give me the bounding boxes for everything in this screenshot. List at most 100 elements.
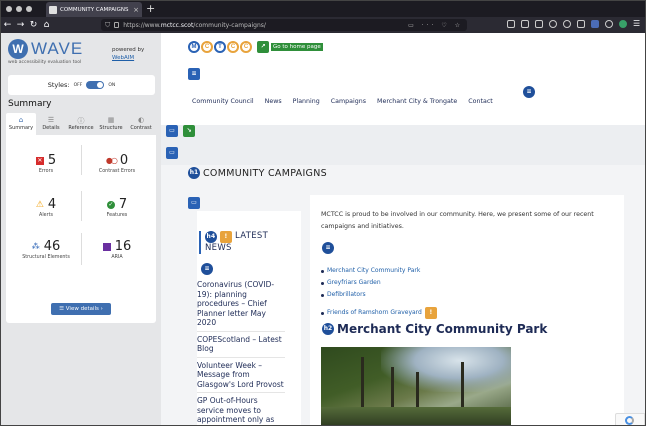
library-icon[interactable] [507, 19, 515, 28]
reload-button[interactable]: ↻ [27, 17, 40, 33]
tab-summary[interactable]: ⌂ Summary [6, 113, 36, 135]
tab-reference[interactable]: ⓘ Reference [66, 113, 96, 135]
minimize-window-button[interactable] [16, 6, 22, 12]
forward-button[interactable]: → [14, 17, 27, 33]
lock-icon[interactable] [114, 22, 120, 28]
contrast-icon: ◐ [137, 116, 145, 124]
stat-contrast-errors[interactable]: ●○ 0 Contrast Errors [82, 153, 152, 174]
campaign-links: Merchant City Community Park Greyfriars … [321, 265, 437, 319]
view-details-button[interactable]: ☰ View details › [51, 303, 111, 315]
contrast-label: Contrast Errors [98, 169, 136, 174]
nav-news[interactable]: News [265, 98, 282, 105]
section-heading: h2 Merchant City Community Park [322, 322, 547, 336]
info-icon[interactable] [563, 19, 571, 28]
tab-contrast-label: Contrast [130, 125, 152, 131]
tab-structure[interactable]: ▦ Structure [96, 113, 126, 135]
tab-reference-label: Reference [68, 125, 94, 131]
news-item[interactable]: GP Out-of-Hours service moves to appoint… [197, 393, 285, 425]
tab-details[interactable]: ☰ Details [36, 113, 66, 135]
home-link-text: Go to home page [271, 43, 323, 51]
check-extension-icon[interactable] [619, 19, 627, 28]
sidebar-icon[interactable] [521, 19, 529, 28]
stat-features[interactable]: ✓ 7 Features [82, 197, 152, 218]
browser-toolbar: ☰ [507, 19, 640, 28]
stat-alerts[interactable]: ⚠ 4 Alerts [11, 197, 81, 218]
section-heading-text: Merchant City Community Park [337, 322, 548, 336]
nav-campaigns[interactable]: Campaigns [331, 98, 366, 105]
campaign-link-label: Merchant City Community Park [327, 267, 421, 274]
alert-icon: ! [220, 231, 233, 243]
webaim-link[interactable]: WebAIM [112, 55, 134, 61]
stat-structural[interactable]: ⁂ 46 Structural Elements [11, 239, 81, 260]
nav-contact[interactable]: Contact [468, 98, 493, 105]
shield-icon[interactable]: ⛉ [105, 21, 110, 30]
bullet [321, 281, 324, 285]
stat-aria[interactable]: 16 ARIA [82, 239, 152, 260]
campaign-link[interactable]: Defibrillators [321, 289, 437, 301]
nav-planning[interactable]: Planning [293, 98, 320, 105]
wave-sidebar: W WAVE web accessibility evaluation tool… [1, 33, 161, 425]
news-item[interactable]: Volunteer Week – Message from Glasgow's … [197, 358, 285, 393]
recaptcha-badge[interactable] [615, 413, 645, 425]
stat-errors[interactable]: ✕ 5 Errors [11, 153, 81, 174]
browser-tab[interactable]: COMMUNITY CAMPAIGNS – M × [46, 2, 142, 17]
account-icon[interactable] [549, 19, 557, 28]
tab-close-icon[interactable]: × [133, 6, 139, 14]
extension-icon[interactable] [577, 19, 585, 28]
link-feature-icon: ↗ [257, 41, 269, 53]
menu-icon[interactable]: ☰ [633, 19, 640, 28]
h2-icon: h2 [322, 323, 334, 335]
logo-letter: M [188, 41, 200, 53]
header-band: ▭ ↘ ▭ [161, 125, 645, 165]
styles-toggle[interactable] [86, 81, 105, 89]
news-item[interactable]: COPEScotland – Latest Blog [197, 332, 285, 358]
tab-summary-label: Summary [8, 125, 34, 131]
bullet [321, 293, 324, 297]
close-window-button[interactable] [6, 6, 12, 12]
campaign-link-label: Friends of Ramshorn Graveyard [327, 309, 422, 316]
structural-count: 46 [43, 239, 61, 254]
h1-icon: h1 [188, 167, 200, 179]
news-heading-block: h4 ! LATEST NEWS [199, 231, 295, 254]
url-tools-icons[interactable]: ▭ ··· ♡ ☆ [408, 22, 463, 29]
home-icon: ⌂ [18, 116, 24, 124]
tab-structure-label: Structure [99, 125, 123, 131]
latest-news-box: h4 ! LATEST NEWS ≡ Coronavirus (COVID-19… [197, 211, 301, 425]
powered-by: powered by WebAIM [112, 46, 144, 62]
info-icon: ⓘ [77, 117, 85, 125]
home-button[interactable]: ⌂ [40, 17, 53, 33]
site-header: M C T C C ↗ Go to home page ≡ Community … [161, 33, 645, 125]
url-prefix: https://www. [123, 21, 161, 29]
tab-contrast[interactable]: ◐ Contrast [126, 113, 156, 135]
adblock-icon[interactable] [605, 19, 613, 28]
structure-icon: ⁂ [31, 242, 40, 251]
photo-ground [321, 407, 511, 425]
home-page-link[interactable]: ↗ Go to home page [257, 41, 323, 53]
site-logo[interactable]: M C T C C [188, 41, 252, 53]
campaign-link[interactable]: Greyfriars Garden [321, 277, 437, 289]
campaign-link[interactable]: Merchant City Community Park [321, 265, 437, 277]
campaign-link[interactable]: Friends of Ramshorn Graveyard! [321, 307, 437, 319]
feature-icon: ↘ [183, 125, 195, 137]
recaptcha-icon [625, 416, 634, 425]
address-bar[interactable]: ⛉ https://www.mctcc.scot/community-campa… [101, 19, 467, 31]
wave-logo[interactable]: W WAVE [8, 39, 83, 59]
park-photo [321, 347, 511, 425]
logo-letter: T [214, 41, 226, 53]
campaign-link-label: Greyfriars Garden [327, 279, 381, 286]
bullet [321, 269, 324, 273]
h4-icon: h4 [205, 231, 217, 243]
back-button[interactable]: ← [1, 17, 14, 33]
contrast-count: 0 [119, 153, 129, 168]
maximize-window-button[interactable] [26, 6, 32, 12]
url-text[interactable]: https://www.mctcc.scot/community-campaig… [123, 22, 404, 29]
news-item[interactable]: Coronavirus (COVID-19): planning procedu… [197, 277, 285, 332]
tab-details-label: Details [42, 125, 60, 131]
new-tab-button[interactable]: + [146, 2, 155, 16]
nav-community-council[interactable]: Community Council [192, 98, 254, 105]
reader-icon[interactable] [535, 19, 543, 28]
nav-merchant-city[interactable]: Merchant City & Trongate [377, 98, 457, 105]
features-label: Features [106, 213, 128, 218]
errors-count: 5 [47, 153, 57, 168]
wave-extension-icon[interactable] [591, 19, 599, 28]
